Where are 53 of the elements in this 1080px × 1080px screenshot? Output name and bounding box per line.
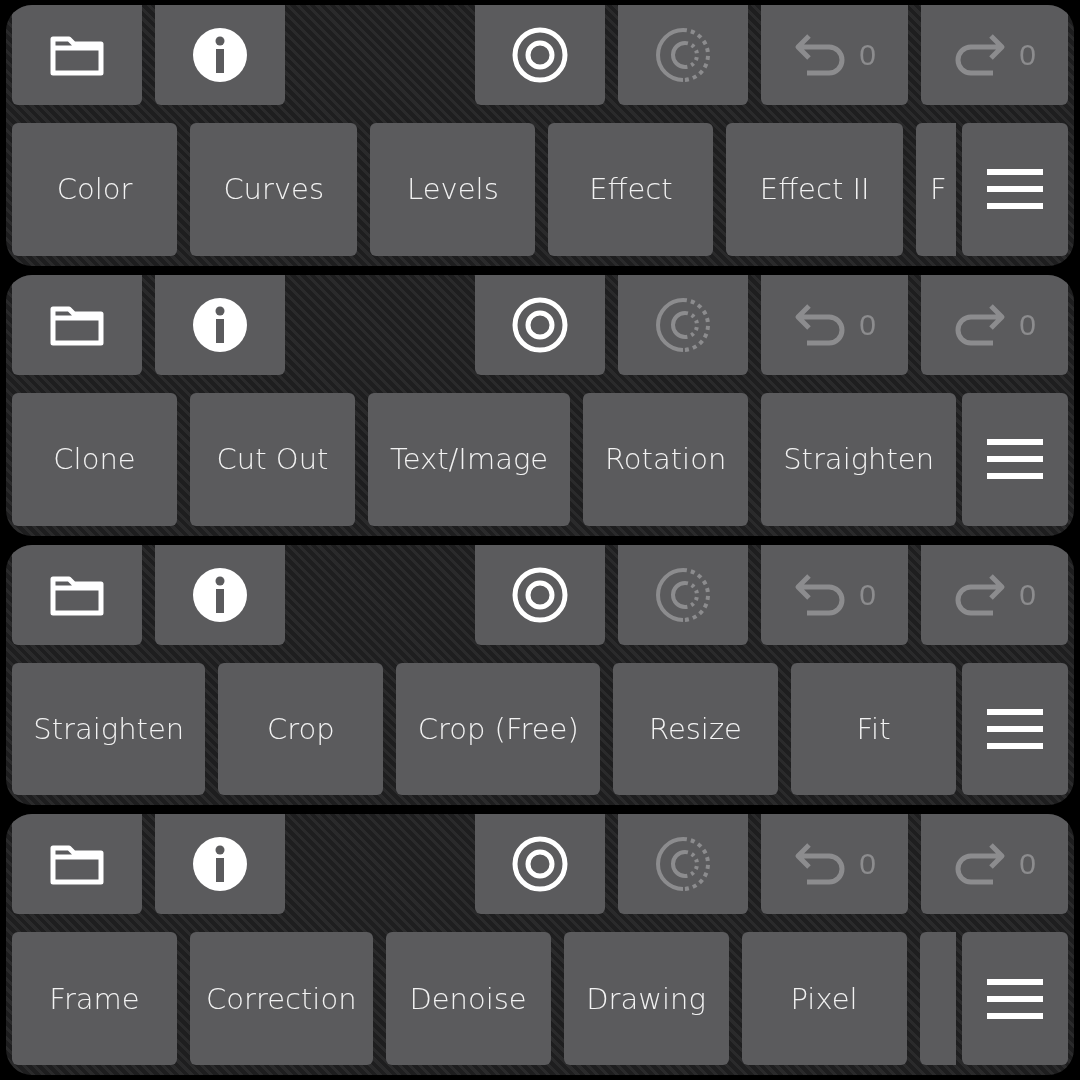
open-button[interactable] [12, 5, 142, 105]
tool-button[interactable]: Clone [12, 392, 177, 526]
menu-icon [987, 169, 1043, 210]
target-button[interactable] [475, 544, 605, 645]
tool-button[interactable]: Pixel [741, 932, 907, 1065]
info-button[interactable] [155, 5, 285, 105]
tool-button[interactable]: Effect II [726, 123, 903, 256]
menu-button[interactable] [962, 123, 1068, 256]
tool-button[interactable]: Fit [791, 662, 956, 796]
tool-button[interactable]: Rotation [583, 392, 749, 526]
target-button[interactable] [475, 274, 605, 375]
tool-button[interactable]: Levels [370, 123, 536, 256]
tool-button[interactable]: Straighten [761, 392, 956, 526]
info-button[interactable] [155, 544, 285, 645]
target-icon [512, 566, 568, 623]
info-icon [193, 837, 247, 892]
target-icon [512, 296, 568, 353]
tool-button[interactable]: F [916, 123, 956, 256]
history-icon [655, 27, 711, 83]
tool-button[interactable]: Effect [548, 123, 714, 256]
tool-button[interactable]: Crop (Free) [396, 662, 600, 796]
open-button[interactable] [12, 544, 142, 645]
tool-button[interactable]: Denoise [385, 932, 551, 1065]
menu-button[interactable] [962, 662, 1068, 796]
history-icon [655, 836, 711, 893]
menu-icon [987, 708, 1043, 749]
menu-icon [987, 978, 1043, 1019]
tool-button[interactable]: Drawing [563, 932, 729, 1065]
info-button[interactable] [155, 814, 285, 915]
target-button[interactable] [475, 5, 605, 105]
target-icon [512, 836, 568, 893]
menu-icon [987, 439, 1043, 480]
tool-button[interactable]: Crop [218, 662, 384, 796]
tool-button[interactable]: Text/Image [368, 392, 571, 526]
info-button[interactable] [155, 274, 285, 375]
target-button[interactable] [475, 814, 605, 915]
info-icon [193, 297, 247, 352]
menu-button[interactable] [962, 392, 1068, 526]
target-icon [512, 27, 568, 83]
open-button[interactable] [12, 274, 142, 375]
tool-button[interactable]: Correction [190, 932, 373, 1065]
tool-button[interactable]: Curves [190, 123, 358, 256]
history-icon [655, 566, 711, 623]
tool-button[interactable]: Resize [613, 662, 778, 796]
info-icon [193, 28, 247, 82]
tool-button[interactable]: Straighten [12, 662, 206, 796]
tool-button[interactable]: Cut Out [190, 392, 355, 526]
tool-button[interactable]: Frame [12, 932, 177, 1065]
open-button[interactable] [12, 814, 142, 915]
history-icon [655, 296, 711, 353]
menu-button[interactable] [962, 932, 1068, 1065]
info-icon [193, 567, 247, 622]
tool-button[interactable]: Color [12, 123, 177, 256]
